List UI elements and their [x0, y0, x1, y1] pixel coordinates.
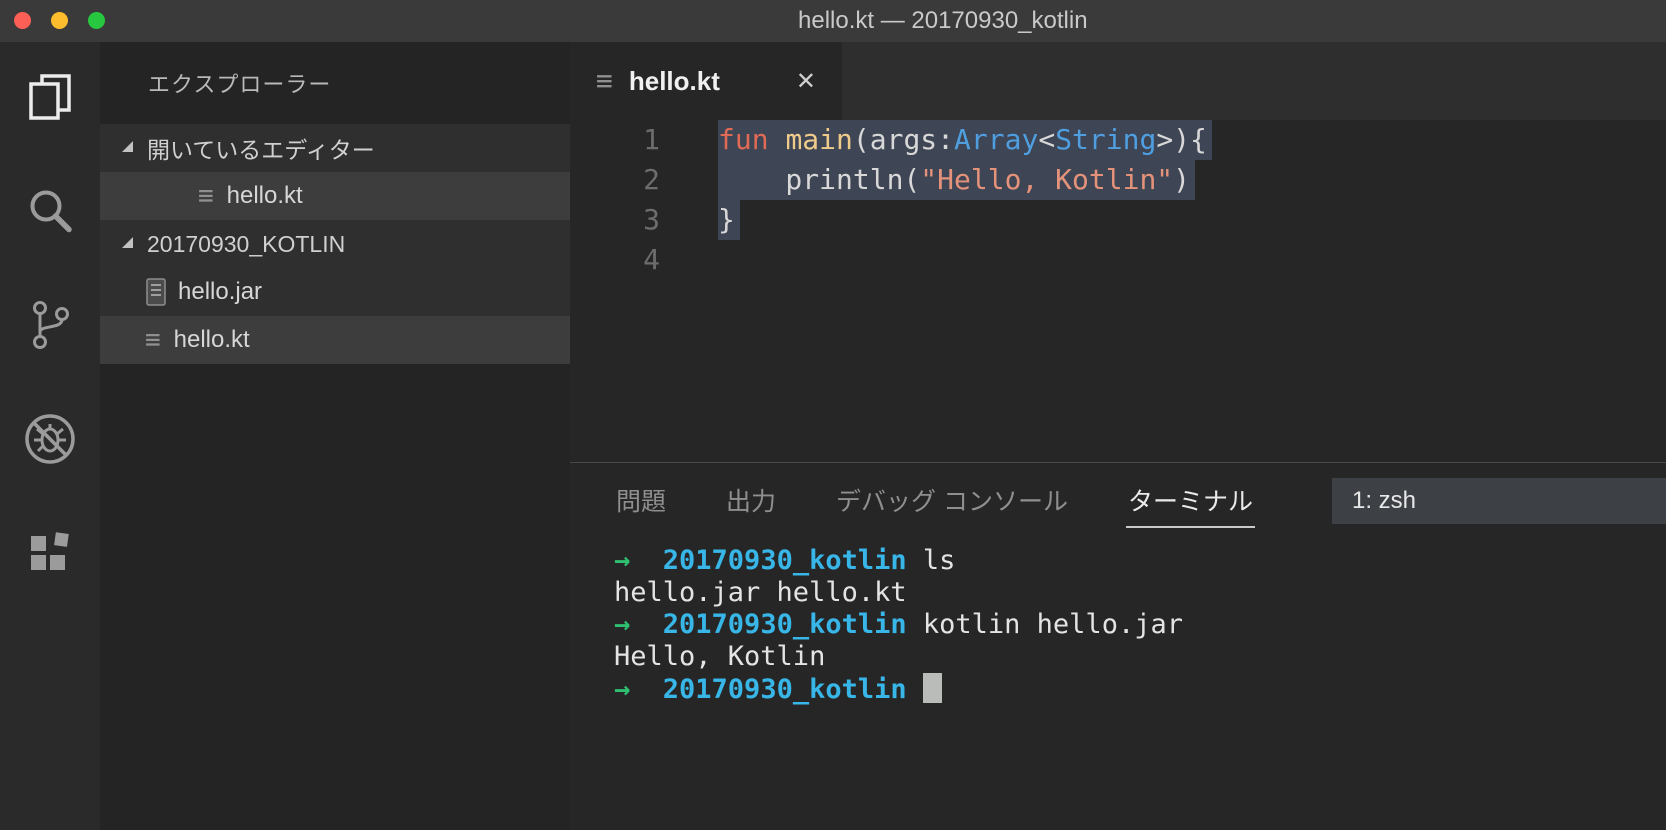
kt-file-icon: ≡ [596, 64, 613, 97]
close-tab-icon[interactable]: ✕ [796, 67, 816, 96]
tab-hello-kt[interactable]: ≡ hello.kt ✕ [570, 42, 842, 120]
tree-item-label: hello.jar [178, 278, 263, 305]
explorer-sidebar: エクスプローラー 開いているエディター ≡ hello.kt 20170930_KOT… [100, 42, 570, 830]
terminal-line: → 20170930_kotlin ls [614, 545, 956, 576]
tree-section-2[interactable]: 20170930_KOTLIN [100, 220, 570, 268]
tree-item-label: 20170930_KOTLIN [147, 230, 346, 257]
terminal-shell-select[interactable]: 1: zsh [1332, 478, 1666, 524]
jar-file-icon [145, 278, 167, 306]
bottom-panel: 問題 出力 デバッグ コンソール ターミナル 1: zsh → 20170930_ko… [570, 462, 1666, 830]
terminal-line: → 20170930_kotlin [614, 673, 1666, 705]
tree-item-1[interactable]: ≡ hello.kt [100, 172, 570, 220]
debug-disabled-icon [23, 412, 77, 471]
line-number: 2 [643, 163, 660, 196]
line-numbers: 1 2 3 4 [570, 120, 660, 462]
zoom-window-button[interactable] [88, 12, 105, 29]
panel-tab-3[interactable]: ターミナル [1125, 474, 1255, 528]
extensions-icon [25, 528, 75, 583]
files-icon [24, 71, 76, 128]
activitybar-search[interactable] [0, 156, 100, 270]
line-number: 3 [643, 203, 660, 236]
editor-pane: ≡ hello.kt ✕ 1 2 3 4 fun main(args:Array<St… [570, 42, 1666, 830]
panel-tab-1[interactable]: 出力 [724, 474, 778, 528]
code-line: } [718, 200, 1212, 240]
activity-bar [0, 42, 100, 830]
panel-tab-0[interactable]: 問題 [614, 474, 668, 528]
code-line: fun main(args:Array<String>){ [718, 120, 1212, 160]
tree-item-label: hello.kt [173, 326, 250, 353]
traffic-lights [14, 12, 105, 29]
panel-tabs: 問題 出力 デバッグ コンソール ターミナル [614, 474, 1255, 528]
sidebar-title: エクスプローラー [148, 72, 332, 97]
terminal-line: → 20170930_kotlin kotlin hello.jar [614, 609, 1183, 640]
code-editor[interactable]: 1 2 3 4 fun main(args:Array<String>){ print… [570, 120, 1666, 462]
vscode-window: hello.kt — 20170930_kotlin エクスプローラー 開いてい… [0, 0, 1666, 830]
line-number: 1 [643, 123, 660, 156]
search-icon [24, 185, 76, 242]
twistie-expanded-icon [122, 140, 133, 152]
line-number: 4 [643, 243, 660, 276]
tree-section-0[interactable]: 開いているエディター [100, 124, 570, 172]
shell-select-value: 1: zsh [1352, 487, 1417, 514]
activitybar-explorer[interactable] [0, 42, 100, 156]
tree-item-label: 開いているエディター [147, 137, 375, 163]
activitybar-extensions[interactable] [0, 498, 100, 612]
minimize-window-button[interactable] [51, 12, 68, 29]
window-title: hello.kt — 20170930_kotlin [798, 7, 1088, 34]
panel-tab-2[interactable]: デバッグ コンソール [834, 474, 1070, 528]
sidebar-rows: 開いているエディター ≡ hello.kt 20170930_KOTLIN hello.… [100, 124, 570, 364]
tree-item-label: hello.kt [226, 182, 303, 209]
terminal-line: Hello, Kotlin [614, 641, 826, 672]
editor-tab-bar: ≡ hello.kt ✕ [570, 42, 1666, 120]
terminal-output[interactable]: → 20170930_kotlin ls hello.jar hello.kt → … [570, 539, 1666, 705]
titlebar: hello.kt — 20170930_kotlin [0, 0, 1666, 42]
code-lines: fun main(args:Array<String>){ println("H… [718, 120, 1212, 462]
twistie-expanded-icon [122, 236, 133, 248]
tree-item-4[interactable]: ≡ hello.kt [100, 316, 570, 364]
terminal-line: hello.jar hello.kt [614, 577, 907, 608]
activitybar-source-control[interactable] [0, 270, 100, 384]
tree-item-3[interactable]: hello.jar [100, 268, 570, 316]
close-window-button[interactable] [14, 12, 31, 29]
activitybar-debug[interactable] [0, 384, 100, 498]
kt-file-icon: ≡ [145, 325, 161, 355]
kt-file-icon: ≡ [198, 181, 214, 211]
tab-label: hello.kt [628, 65, 720, 96]
code-line: println("Hello, Kotlin") [718, 160, 1212, 200]
git-branch-icon [24, 299, 76, 356]
terminal-cursor [922, 673, 942, 703]
